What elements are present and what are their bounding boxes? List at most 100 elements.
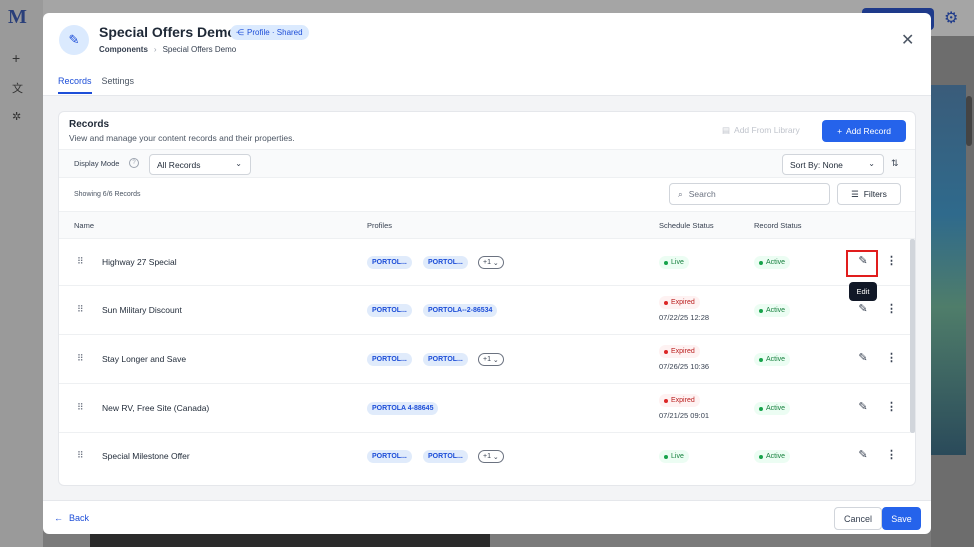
record-count: Showing 6/6 Records [74, 191, 141, 198]
record-name: Special Milestone Offer [102, 451, 190, 461]
more-options-icon[interactable]: ⋮ [886, 351, 897, 364]
schedule-status-label: Live [671, 259, 684, 266]
add-from-library-button[interactable]: ▤ Add From Library [722, 125, 800, 136]
more-options-icon[interactable]: ⋮ [886, 254, 897, 267]
breadcrumb-item[interactable]: Components [99, 45, 148, 54]
footer-divider [43, 500, 931, 501]
tab-bar: Records Settings [58, 76, 134, 94]
profile-chip: PORTOLA 4-88645 [367, 402, 439, 415]
save-button[interactable]: Save [882, 507, 921, 530]
edit-highlight-box [846, 250, 878, 277]
column-header-record-status: Record Status [754, 221, 802, 230]
edit-icon[interactable]: ✎ [855, 302, 871, 315]
schedule-date: 07/26/25 10:36 [659, 362, 710, 371]
pencil-icon: ✎ [59, 25, 89, 55]
record-status-badge: Active [754, 256, 791, 269]
more-profiles-count: +1 [483, 453, 491, 460]
search-icon: ⌕ [678, 189, 683, 199]
badge-label: Profile · Shared [247, 28, 303, 37]
records-modal: ✎ Special Offers Demo ⋲ Profile · Shared… [43, 13, 931, 534]
edit-icon[interactable]: ✎ [855, 351, 871, 364]
cancel-button[interactable]: Cancel [834, 507, 882, 530]
arrow-left-icon: ← [54, 513, 63, 523]
more-options-icon[interactable]: ⋮ [886, 448, 897, 461]
more-options-icon[interactable]: ⋮ [886, 302, 897, 315]
library-icon: ▤ [722, 125, 731, 135]
share-icon: ⋲ [236, 28, 244, 37]
add-record-label: Add Record [846, 126, 891, 136]
filters-label: Filters [863, 189, 887, 199]
search-placeholder: Search [688, 189, 716, 199]
breadcrumb-item: Special Offers Demo [162, 45, 237, 54]
drag-handle-icon[interactable]: ⠿ [77, 256, 84, 267]
records-card: Records View and manage your content rec… [58, 111, 916, 486]
profile-chip: PORTOL... [367, 304, 412, 317]
record-status-label: Active [766, 405, 786, 412]
filter-icon: ☰ [851, 188, 859, 199]
schedule-status-label: Expired [671, 299, 695, 306]
profile-chip: PORTOLA--2-86534 [423, 304, 498, 317]
drag-handle-icon[interactable]: ⠿ [77, 450, 84, 461]
more-profiles-button[interactable]: +1 ⌄ [478, 353, 504, 366]
edit-icon[interactable]: ✎ [855, 448, 871, 461]
table-row[interactable]: ⠿ Stay Longer and Save PORTOL... PORTOL.… [59, 335, 910, 384]
chevron-down-icon: ⌄ [235, 159, 242, 168]
profile-chip: PORTOL... [367, 256, 412, 269]
card-title: Records [69, 119, 110, 130]
edit-tooltip: Edit [849, 282, 877, 301]
close-icon[interactable]: ✕ [901, 30, 914, 50]
record-status-label: Active [766, 307, 786, 314]
drag-handle-icon[interactable]: ⠿ [77, 402, 84, 413]
drag-handle-icon[interactable]: ⠿ [77, 353, 84, 364]
card-subtitle: View and manage your content records and… [69, 133, 295, 143]
record-status-label: Active [766, 356, 786, 363]
sort-value: Sort By: None [790, 160, 843, 170]
background-scrollbar [966, 96, 972, 146]
sort-order-icon[interactable]: ⇅ [891, 158, 899, 169]
back-button[interactable]: ← Back [54, 513, 89, 523]
schedule-status-badge: Expired [659, 394, 700, 407]
display-mode-value: All Records [157, 160, 201, 170]
tab-records[interactable]: Records [58, 76, 92, 94]
more-profiles-button[interactable]: +1 ⌄ [478, 256, 504, 269]
profile-shared-badge: ⋲ Profile · Shared [230, 25, 309, 40]
record-status-label: Active [766, 259, 786, 266]
profile-chip: PORTOL... [423, 256, 468, 269]
edit-icon[interactable]: ✎ [855, 400, 871, 413]
display-mode-select[interactable]: All Records ⌄ [149, 154, 251, 175]
more-options-icon[interactable]: ⋮ [886, 400, 897, 413]
tab-settings[interactable]: Settings [102, 76, 135, 94]
modal-title: Special Offers Demo [99, 24, 236, 40]
schedule-status-badge: Expired [659, 296, 700, 309]
table-scrollbar[interactable] [910, 239, 915, 433]
display-mode-label: Display Mode [74, 159, 120, 168]
help-icon[interactable]: ? [129, 158, 139, 168]
schedule-status-badge: Live [659, 256, 689, 269]
record-status-label: Active [766, 453, 786, 460]
table-row[interactable]: ⠿ Sun Military Discount PORTOL... PORTOL… [59, 286, 910, 335]
table-header: Name Profiles Schedule Status Record Sta… [59, 211, 915, 239]
record-status-badge: Active [754, 353, 791, 366]
app-logo: M [8, 6, 27, 28]
profile-chip: PORTOL... [423, 450, 468, 463]
toolbar: Display Mode ? All Records ⌄ Sort By: No… [59, 149, 915, 178]
search-input[interactable]: ⌕ Search [669, 183, 830, 205]
schedule-status-badge: Expired [659, 345, 700, 358]
table-row[interactable]: ⠿ Special Milestone Offer PORTOL... PORT… [59, 433, 910, 480]
more-profiles-count: +1 [483, 259, 491, 266]
chevron-right-icon: › [153, 45, 157, 54]
breadcrumb: Components › Special Offers Demo [99, 45, 236, 54]
more-profiles-button[interactable]: +1 ⌄ [478, 450, 504, 463]
table-row[interactable]: ⠿ New RV, Free Site (Canada) PORTOLA 4-8… [59, 384, 910, 433]
add-record-button[interactable]: + Add Record [822, 120, 906, 142]
table-row[interactable]: ⠿ Highway 27 Special PORTOL... PORTOL...… [59, 239, 910, 286]
column-header-profiles: Profiles [367, 221, 393, 230]
sort-select[interactable]: Sort By: None ⌄ [782, 154, 884, 175]
profile-chip: PORTOL... [423, 353, 468, 366]
drag-handle-icon[interactable]: ⠿ [77, 304, 84, 315]
more-profiles-count: +1 [483, 356, 491, 363]
record-status-badge: Active [754, 304, 791, 317]
schedule-status-badge: Live [659, 450, 689, 463]
filters-button[interactable]: ☰ Filters [837, 183, 901, 205]
record-status-badge: Active [754, 450, 791, 463]
